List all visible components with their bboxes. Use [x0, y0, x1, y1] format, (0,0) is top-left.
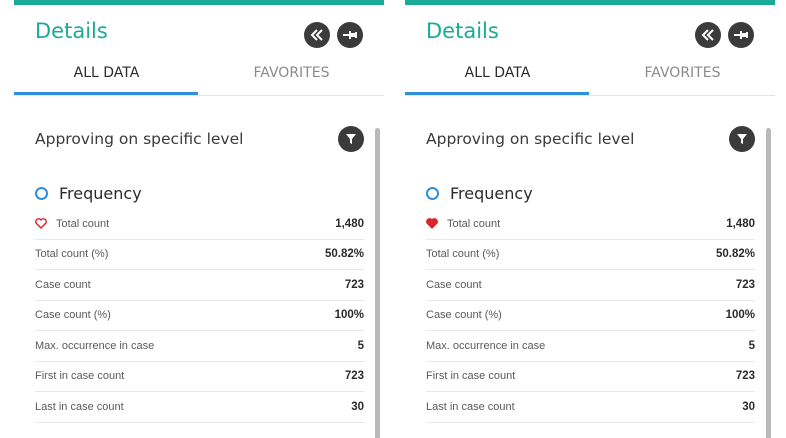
details-panel-1: Details ALL DATA FAVORITES Approving on … — [14, 0, 384, 438]
metric-label: First in case count — [35, 370, 125, 383]
metric-label: Max. occurrence in case — [426, 339, 546, 352]
metric-value: 1,480 — [726, 217, 755, 230]
heart-outline-icon[interactable] — [35, 218, 47, 230]
tab-all-data[interactable]: ALL DATA — [14, 58, 199, 96]
metric-label: Total count (%) — [426, 248, 500, 261]
metric-row-total-count: Total count 1,480 — [35, 209, 364, 240]
metric-label: Last in case count — [426, 400, 515, 413]
metric-label: Case count (%) — [35, 309, 111, 322]
tab-bar: ALL DATA FAVORITES — [405, 58, 775, 96]
metric-row: Case count 723 — [35, 270, 364, 301]
vertical-scrollbar[interactable] — [375, 128, 380, 438]
active-tab-indicator — [14, 92, 198, 95]
metric-row: Last in case count 30 — [426, 392, 755, 423]
metric-row-total-count: Total count 1,480 — [426, 209, 755, 240]
collapse-panel-button[interactable] — [304, 22, 330, 48]
metric-row: Case count (%) 100% — [426, 301, 755, 331]
metric-value: 5 — [357, 339, 364, 352]
metric-row: First in case count 723 — [35, 362, 364, 392]
metric-value: 1,480 — [335, 217, 364, 230]
pin-icon — [734, 31, 748, 39]
metric-label: Last in case count — [35, 400, 124, 413]
metric-row: Total count (%) 50.82% — [35, 240, 364, 270]
group-radio-circle-icon — [35, 186, 48, 200]
metric-value: 30 — [351, 400, 364, 413]
metric-row: First in case count 723 — [426, 362, 755, 392]
frequency-group-label: Frequency — [450, 183, 533, 203]
panel-title: Details — [426, 19, 499, 43]
metrics-list: Total count 1,480 Total count (%) 50.82%… — [426, 209, 755, 423]
metric-value: 50.82% — [324, 248, 364, 261]
metrics-list: Total count 1,480 Total count (%) 50.82%… — [35, 209, 364, 423]
heart-filled-icon[interactable] — [426, 218, 438, 230]
details-panel-2: Details ALL DATA FAVORITES Approving on … — [405, 0, 775, 438]
pin-icon — [343, 31, 357, 39]
pin-panel-button[interactable] — [728, 22, 754, 48]
metric-label: Case count — [426, 278, 482, 291]
metric-value: 5 — [748, 339, 755, 352]
panel-top-accent-bar — [405, 0, 775, 5]
section-title: Approving on specific level — [426, 130, 635, 148]
frequency-group-header[interactable]: Frequency — [35, 182, 142, 204]
filter-icon — [346, 134, 356, 144]
tab-favorites[interactable]: FAVORITES — [590, 58, 775, 96]
metric-value: 30 — [742, 400, 755, 413]
frequency-group-header[interactable]: Frequency — [426, 182, 533, 204]
tab-all-data[interactable]: ALL DATA — [405, 58, 590, 96]
collapse-panel-button[interactable] — [695, 22, 721, 48]
frequency-group-label: Frequency — [59, 183, 142, 203]
filter-button[interactable] — [729, 126, 755, 152]
tab-bar: ALL DATA FAVORITES — [14, 58, 384, 96]
double-chevron-left-icon — [310, 29, 323, 41]
metric-value: 100% — [725, 309, 755, 322]
metric-label: Case count — [35, 278, 91, 291]
filter-button[interactable] — [338, 126, 364, 152]
metric-row: Case count 723 — [426, 270, 755, 301]
double-chevron-left-icon — [701, 29, 714, 41]
vertical-scrollbar[interactable] — [766, 128, 771, 438]
metric-label: Total count — [447, 217, 501, 230]
metric-label: First in case count — [426, 370, 516, 383]
metric-label: Max. occurrence in case — [35, 339, 155, 352]
tab-favorites[interactable]: FAVORITES — [199, 58, 384, 96]
metric-label: Total count — [56, 217, 110, 230]
metric-row: Max. occurrence in case 5 — [35, 331, 364, 362]
pin-panel-button[interactable] — [337, 22, 363, 48]
active-tab-indicator — [405, 92, 589, 95]
metric-row: Case count (%) 100% — [35, 301, 364, 331]
metric-value: 723 — [344, 370, 364, 383]
section-title: Approving on specific level — [35, 130, 244, 148]
metric-row: Last in case count 30 — [35, 392, 364, 423]
metric-value: 723 — [735, 370, 755, 383]
panel-top-accent-bar — [14, 0, 384, 5]
metric-row: Max. occurrence in case 5 — [426, 331, 755, 362]
group-radio-circle-icon — [426, 186, 439, 200]
panel-title: Details — [35, 19, 108, 43]
metric-value: 100% — [334, 309, 364, 322]
filter-icon — [737, 134, 747, 144]
metric-row: Total count (%) 50.82% — [426, 240, 755, 270]
metric-label: Total count (%) — [35, 248, 109, 261]
metric-value: 723 — [344, 278, 364, 291]
metric-label: Case count (%) — [426, 309, 502, 322]
metric-value: 50.82% — [715, 248, 755, 261]
metric-value: 723 — [735, 278, 755, 291]
